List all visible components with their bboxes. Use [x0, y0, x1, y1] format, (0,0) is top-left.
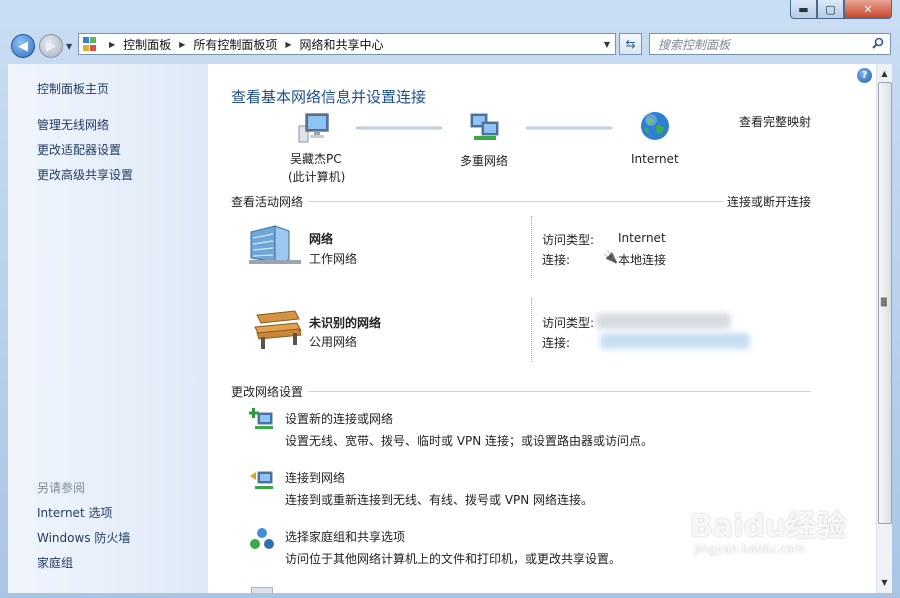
change-settings-heading: 更改网络设置: [231, 385, 304, 399]
search-box[interactable]: 搜索控制面板: [649, 33, 891, 55]
access-type-value: Internet: [618, 231, 666, 245]
help-icon[interactable]: ?: [857, 68, 872, 83]
network-name: 网络: [309, 232, 334, 246]
close-button[interactable]: ✕: [844, 0, 892, 19]
access-type-label: 访问类型:: [542, 233, 595, 247]
new-connection-icon: [249, 407, 275, 437]
forward-arrow-icon: ▶: [46, 38, 56, 54]
chevron-right-icon[interactable]: ▶: [285, 40, 291, 49]
back-arrow-icon: ◀: [18, 38, 28, 54]
watermark-brand: Baidu经验: [690, 509, 847, 544]
partial-task-icon: [251, 587, 273, 593]
scroll-up-arrow-icon[interactable]: ▲: [877, 65, 892, 81]
map-internet-label: Internet: [631, 152, 679, 166]
sidebar-item-adapter-settings[interactable]: 更改适配器设置: [37, 141, 121, 158]
sidebar-home-link[interactable]: 控制面板主页: [37, 80, 109, 97]
section-divider: [308, 391, 811, 392]
chevron-right-icon[interactable]: ▶: [179, 40, 185, 49]
back-button[interactable]: ◀: [11, 34, 35, 58]
vertical-scrollbar[interactable]: ▲ ▬ ▬ ▬ ▼: [876, 64, 892, 593]
map-network-label: 多重网络: [460, 154, 509, 168]
window-frame: ▬ ▢ ✕ ◀ ▶ ▼ ▶ 控制面板 ▶ 所有控制面板项 ▶ 网络和共享中心 ▼…: [0, 0, 900, 598]
search-icon[interactable]: [872, 37, 890, 52]
refresh-icon: ⇆: [625, 37, 636, 51]
breadcrumb-all-items[interactable]: 所有控制面板项: [193, 36, 277, 53]
sidebar-item-advanced-sharing[interactable]: 更改高级共享设置: [37, 166, 133, 183]
breadcrumb-control-panel[interactable]: 控制面板: [123, 36, 171, 53]
access-type-label: 访问类型:: [542, 316, 595, 330]
chevron-right-icon[interactable]: ▶: [109, 40, 115, 49]
task-connect-network-desc: 连接到或重新连接到无线、有线、拨号或 VPN 网络连接。: [285, 493, 594, 507]
map-connector-line: [526, 126, 612, 130]
page-title: 查看基本网络信息并设置连接: [231, 88, 427, 106]
network-name: 未识别的网络: [309, 316, 382, 330]
network-type: 公用网络: [309, 335, 358, 349]
connect-network-icon: [249, 467, 275, 497]
maximize-button[interactable]: ▢: [817, 0, 844, 19]
connection-label: 连接:: [542, 253, 571, 267]
section-divider: [308, 201, 723, 202]
connect-disconnect-link[interactable]: 连接或断开连接: [727, 193, 811, 210]
network-detail-separator: [531, 216, 532, 278]
forward-button[interactable]: ▶: [39, 34, 63, 58]
view-full-map-link[interactable]: 查看完整映射: [739, 113, 811, 130]
address-dropdown-icon[interactable]: ▼: [604, 40, 610, 49]
redacted-access-type: [596, 313, 731, 329]
watermark: Baidu经验 jingyan.baidu.com: [690, 509, 847, 557]
redacted-connection: [600, 333, 750, 349]
task-connect-network-link[interactable]: 连接到网络: [285, 469, 345, 486]
homegroup-icon: [249, 526, 275, 556]
task-new-connection-desc: 设置无线、宽带、拨号、临时或 VPN 连接；或设置路由器或访问点。: [285, 434, 654, 448]
title-bar: ▬ ▢ ✕: [0, 0, 900, 28]
network-detail-separator: [531, 298, 532, 362]
search-input[interactable]: 搜索控制面板: [658, 36, 872, 53]
connection-label: 连接:: [542, 336, 571, 350]
bench-icon: [251, 309, 303, 355]
map-computer-name: 吴藏杰PC: [290, 152, 342, 166]
active-networks-heading: 查看活动网络: [231, 195, 304, 209]
local-connection-link[interactable]: 本地连接: [618, 251, 666, 268]
network-type-link[interactable]: 工作网络: [309, 250, 357, 267]
work-network-icon: [249, 224, 301, 270]
minimize-button[interactable]: ▬: [790, 0, 817, 19]
sidebar-item-internet-options[interactable]: Internet 选项: [37, 504, 112, 521]
control-panel-icon: [83, 37, 101, 51]
sidebar-item-homegroup[interactable]: 家庭组: [37, 554, 73, 571]
watermark-url: jingyan.baidu.com: [694, 542, 805, 556]
multiple-networks-icon: [468, 112, 502, 148]
task-homegroup-desc: 访问位于其他网络计算机上的文件和打印机，或更改共享设置。: [285, 552, 622, 566]
breadcrumb-network-center[interactable]: 网络和共享中心: [300, 36, 384, 53]
grip-icon: ▬ ▬ ▬: [880, 294, 888, 309]
recent-pages-dropdown[interactable]: ▼: [66, 42, 72, 51]
task-homegroup-link[interactable]: 选择家庭组和共享选项: [285, 528, 405, 545]
map-connector-line: [356, 126, 442, 130]
refresh-button[interactable]: ⇆: [619, 33, 642, 55]
scroll-down-arrow-icon[interactable]: ▼: [877, 574, 892, 590]
navigation-bar: ◀ ▶ ▼ ▶ 控制面板 ▶ 所有控制面板项 ▶ 网络和共享中心 ▼ ⇆ 搜索控…: [0, 28, 900, 64]
globe-icon: [639, 110, 671, 146]
address-bar[interactable]: ▶ 控制面板 ▶ 所有控制面板项 ▶ 网络和共享中心 ▼: [78, 33, 616, 55]
computer-icon: [297, 112, 331, 148]
see-also-heading: 另请参阅: [37, 481, 86, 495]
sidebar-item-manage-wireless[interactable]: 管理无线网络: [37, 116, 109, 133]
task-new-connection-link[interactable]: 设置新的连接或网络: [285, 410, 393, 427]
sidebar: 控制面板主页 管理无线网络 更改适配器设置 更改高级共享设置 另请参阅 Inte…: [8, 64, 208, 593]
map-computer-sub: (此计算机): [288, 170, 346, 184]
sidebar-item-windows-firewall[interactable]: Windows 防火墙: [37, 529, 130, 546]
ethernet-icon: 🔌: [603, 250, 618, 264]
